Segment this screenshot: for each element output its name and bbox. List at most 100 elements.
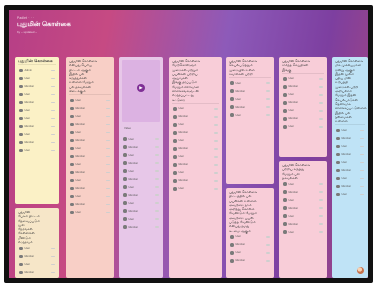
comment-row: Admin [18, 66, 56, 74]
timestamp-bar [51, 109, 55, 112]
comment-row: User [18, 106, 56, 114]
timestamp-bar [51, 141, 55, 144]
avatar-icon [123, 193, 127, 197]
timestamp-bar [319, 94, 323, 96]
column-6-card[interactable]: புதுமின் கொள்கை சார்ந்த செய்திகள் இங்கு … [279, 57, 327, 157]
comment-row: User [282, 180, 324, 188]
timestamp-bar [51, 85, 55, 88]
avatar-icon [123, 217, 127, 221]
card-body: புதுமின் கொள்கை என்பது பெரிய திட்டம் ஆகு… [69, 59, 98, 94]
commenter-name: User [341, 144, 347, 148]
avatar-icon [19, 116, 23, 121]
commenter-name: User [288, 198, 294, 202]
column-1-card-2[interactable]: புதுமின் பேசும் திட்டம் தேவைப்படும் மூல … [15, 208, 59, 278]
commenter-name: User [341, 128, 347, 132]
timestamp-bar [214, 148, 218, 150]
card-body: புதுமின் கொள்கை திட்டத்தில் பல பயன்கள் உ… [229, 190, 258, 233]
avatar-icon [19, 132, 23, 137]
timestamp-bar [214, 140, 218, 142]
column-7-card[interactable]: புதுமின் கொள்கை மிக முக்கியமான ஒன்று ஆகு… [332, 57, 368, 278]
card-body: புதுமின் கொள்கை சார்ந்த செய்திகள் இங்கு [282, 59, 311, 72]
comment-row: Member [282, 188, 324, 196]
avatar-icon [70, 178, 74, 183]
column-1-card[interactable]: புதுமின் கொள்கை Admin User Member User Membe… [15, 57, 59, 204]
commenter-name: User [178, 139, 184, 143]
avatar-icon [123, 201, 127, 205]
comment-row: User [282, 107, 324, 115]
breadcrumb[interactable]: Padlet · · · [17, 16, 71, 20]
timestamp-bar [319, 78, 323, 80]
commenter-name: User [75, 178, 81, 182]
comment-row: User [282, 212, 324, 220]
timestamp-bar [360, 137, 364, 140]
timestamp-bar [155, 138, 159, 140]
card-title: புதுமின் கொள்கை [18, 58, 53, 63]
comment-row: Member [122, 223, 160, 231]
timestamp-bar [214, 116, 218, 118]
comment-row: User [18, 74, 56, 82]
comment-list: User Member User Member User Member User Member… [172, 105, 219, 193]
avatar-icon [283, 222, 287, 226]
column-2-card[interactable]: புதுமின் கொள்கை என்பது பெரிய திட்டம் ஆகு… [66, 57, 114, 278]
comment-row: User [18, 114, 56, 122]
timestamp-bar [106, 147, 110, 150]
commenter-name: Member [341, 152, 352, 156]
commenter-name: Member [288, 222, 299, 226]
column-5-card[interactable]: புதுமின் கொள்கை செயல்படுத்தும் முறையில் … [226, 57, 274, 184]
avatar-icon [230, 81, 234, 85]
commenter-name: User [235, 251, 241, 255]
timestamp-bar [155, 170, 159, 172]
play-icon[interactable]: ▶ [137, 84, 145, 92]
commenter-name: User [75, 98, 81, 102]
comment-row: User [122, 199, 160, 207]
commenter-name: Member [128, 193, 139, 197]
comment-row: Member [282, 204, 324, 212]
avatar-icon [336, 192, 340, 197]
commenter-name: User [24, 148, 30, 152]
column-5-card-2[interactable]: புதுமின் கொள்கை திட்டத்தில் பல பயன்கள் உ… [226, 188, 274, 278]
timestamp-bar [214, 180, 218, 182]
timestamp-bar [266, 244, 270, 246]
timestamp-bar [106, 163, 110, 166]
timestamp-bar [155, 210, 159, 212]
avatar-icon [230, 105, 234, 109]
avatar-icon [123, 209, 127, 213]
timestamp-bar [51, 149, 55, 152]
comment-row: User [282, 196, 324, 204]
commenter-name: Member [75, 138, 86, 142]
timestamp-bar [51, 93, 55, 96]
timestamp-bar [360, 169, 364, 172]
timestamp-bar [319, 102, 323, 104]
commenter-name: User [128, 201, 134, 205]
comment-row: Member [229, 87, 271, 95]
avatar-icon [19, 92, 23, 97]
commenter-name: Member [178, 163, 189, 167]
commenter-name: User [235, 235, 241, 239]
comment-row: Member [69, 136, 111, 144]
column-4-card[interactable]: புதுமின் கொள்கை மேற்கொள்ளும் முறைகள் மற்… [169, 57, 222, 278]
avatar-icon [336, 144, 340, 149]
comment-row: User [69, 128, 111, 136]
commenter-name: Member [24, 254, 35, 258]
commenter-name: Member [288, 117, 299, 121]
comment-row: User [335, 190, 365, 198]
commenter-name: User [24, 262, 30, 266]
timestamp-bar [51, 133, 55, 136]
comment-row: User [69, 144, 111, 152]
timestamp-bar [106, 99, 110, 102]
commenter-name: Member [24, 84, 35, 88]
commenter-name: User [128, 137, 134, 141]
user-avatar[interactable] [357, 267, 364, 274]
avatar-icon [70, 114, 74, 119]
avatar-icon [19, 270, 23, 275]
avatar-icon [173, 171, 177, 175]
timestamp-bar [106, 195, 110, 198]
commenter-name: User [341, 192, 347, 196]
video-thumbnail[interactable]: ▶ Video [122, 60, 160, 130]
comment-row: User [172, 121, 219, 129]
avatar-icon [19, 108, 23, 113]
column-6-card-2[interactable]: புதுமின் கொள்கை பற்றிய கருத்து மேலும் பல… [279, 161, 327, 278]
commenter-name: Member [24, 100, 35, 104]
column-3-card[interactable]: ▶ Video User Member User Member User Member Us… [119, 57, 163, 278]
timestamp-bar [106, 187, 110, 190]
